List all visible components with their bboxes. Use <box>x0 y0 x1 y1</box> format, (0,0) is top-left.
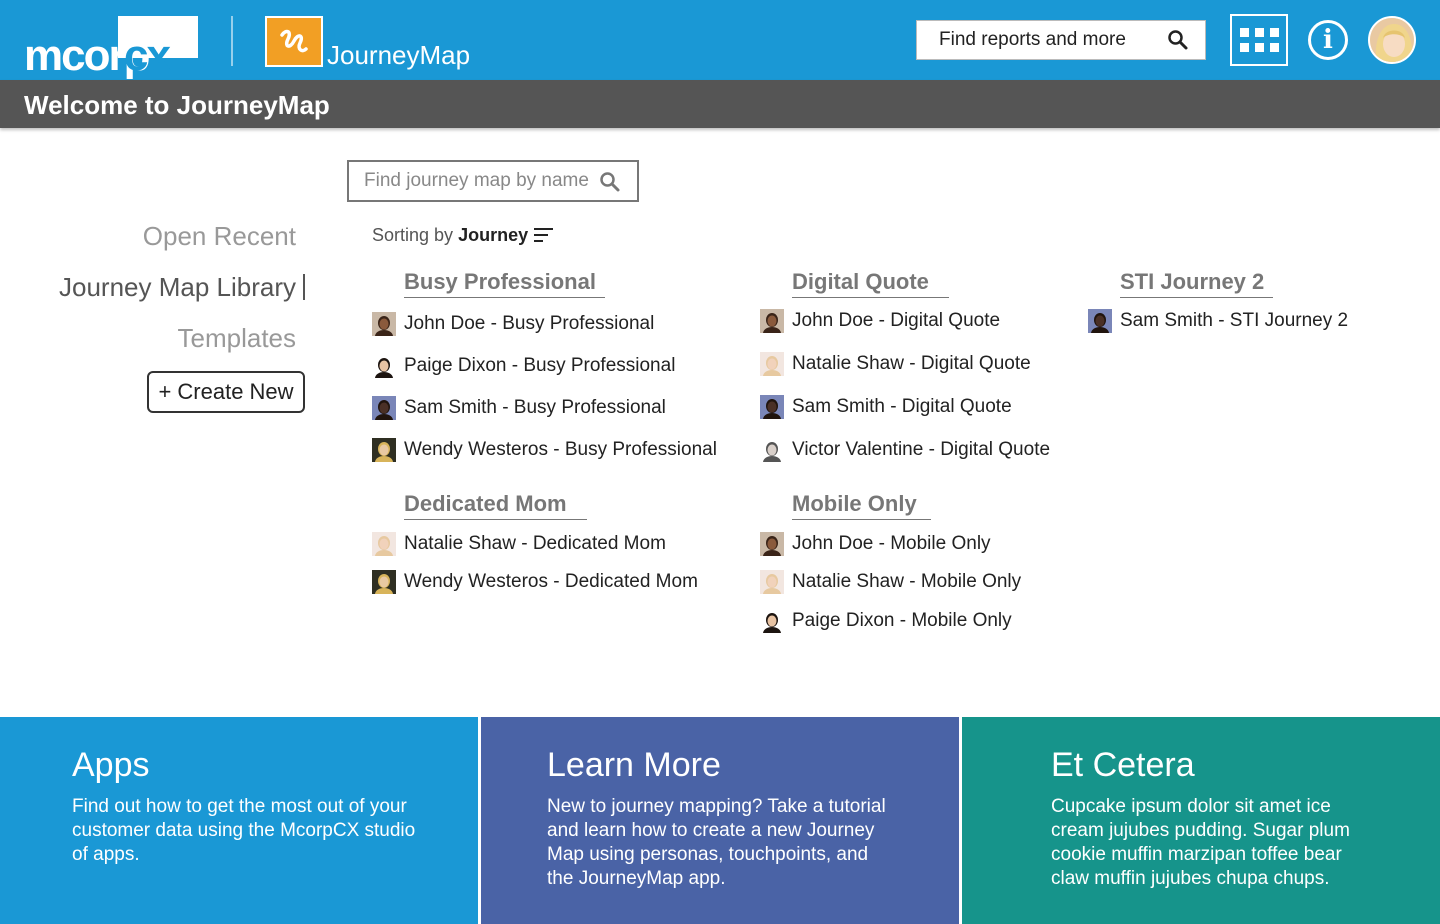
group-title[interactable]: Mobile Only <box>792 491 931 520</box>
sorting-label: Sorting by Journey <box>372 224 528 246</box>
journey-map-label: Sam Smith - Digital Quote <box>792 396 1012 417</box>
persona-avatar-wendy <box>372 438 396 462</box>
logo-cx-text: cx <box>124 34 171 74</box>
journey-map-label: Sam Smith - STI Journey 2 <box>1120 310 1349 331</box>
journey-group: Mobile Only <box>792 491 931 520</box>
journey-group: Busy Professional <box>404 269 605 298</box>
persona-avatar-john <box>760 532 784 556</box>
card-text: New to journey mapping? Take a tutorial … <box>547 796 886 889</box>
journey-map-label: John Doe - Busy Professional <box>404 313 655 334</box>
journey-map-label: Paige Dixon - Busy Professional <box>404 355 676 376</box>
card-title: Learn More <box>547 746 721 784</box>
persona-avatar-victor <box>760 438 784 462</box>
create-new-button[interactable]: + Create New <box>147 371 305 413</box>
apps-card[interactable]: Apps Find out how to get the most out of… <box>0 717 478 924</box>
info-icon[interactable]: i <box>1308 20 1348 60</box>
map-search <box>347 160 639 202</box>
persona-avatar-sam <box>1088 309 1112 333</box>
journey-squiggle-icon <box>280 29 308 52</box>
app-name: JourneyMap <box>327 40 471 70</box>
card-text: Find out how to get the most out of your… <box>72 796 416 865</box>
grid-icon <box>1239 28 1279 52</box>
nav-templates[interactable]: Templates <box>178 322 297 354</box>
global-search <box>916 20 1206 60</box>
persona-avatar-john <box>760 309 784 333</box>
welcome-bar: Welcome to JourneyMap <box>0 80 1440 128</box>
journey-map-label: John Doe - Mobile Only <box>792 533 991 554</box>
journey-group: Dedicated Mom <box>404 491 587 520</box>
persona-avatar-natalie <box>760 352 784 376</box>
journey-map-label: Sam Smith - Busy Professional <box>404 397 666 418</box>
logo-cx-clip: cx <box>124 34 196 74</box>
group-title[interactable]: Busy Professional <box>404 269 605 298</box>
journey-map-label: Natalie Shaw - Digital Quote <box>792 353 1031 374</box>
journeymap-app-icon[interactable] <box>265 16 323 67</box>
sorting-prefix: Sorting by <box>372 225 454 245</box>
journey-map-label: Natalie Shaw - Mobile Only <box>792 571 1022 592</box>
persona-avatar-sam <box>760 395 784 419</box>
sort-icon[interactable] <box>534 228 553 246</box>
user-avatar[interactable] <box>1368 16 1416 64</box>
persona-avatar-john <box>372 312 396 336</box>
group-title[interactable]: STI Journey 2 <box>1120 269 1273 298</box>
nav-open-recent[interactable]: Open Recent <box>143 220 296 252</box>
journey-map-label: Victor Valentine - Digital Quote <box>792 439 1051 460</box>
journey-map-label: Wendy Westeros - Dedicated Mom <box>404 571 698 592</box>
persona-avatar-natalie <box>760 570 784 594</box>
top-bar: mcorp cx JourneyMap i <box>0 0 1440 80</box>
search-icon[interactable] <box>1167 29 1189 56</box>
journey-group: STI Journey 2 <box>1120 269 1273 298</box>
nav-active-indicator <box>303 274 305 300</box>
journey-map-label: Paige Dixon - Mobile Only <box>792 610 1012 631</box>
sorting-key[interactable]: Journey <box>458 225 528 245</box>
persona-avatar-paige <box>372 354 396 378</box>
global-search-input[interactable] <box>917 21 1157 59</box>
group-title[interactable]: Dedicated Mom <box>404 491 587 520</box>
journey-map-label: Natalie Shaw - Dedicated Mom <box>404 533 666 554</box>
search-icon[interactable] <box>599 171 621 198</box>
card-title: Et Cetera <box>1051 746 1195 784</box>
journey-map-label: Wendy Westeros - Busy Professional <box>404 439 717 460</box>
group-title[interactable]: Digital Quote <box>792 269 949 298</box>
nav-journey-map-library[interactable]: Journey Map Library <box>59 271 296 303</box>
header-divider <box>231 16 233 66</box>
persona-avatar-wendy <box>372 570 396 594</box>
journey-group: Digital Quote <box>792 269 949 298</box>
mcorpcx-logo[interactable]: mcorp cx <box>24 16 204 78</box>
learn-more-card[interactable]: Learn More New to journey mapping? Take … <box>481 717 959 924</box>
card-title: Apps <box>72 746 150 784</box>
et-cetera-card[interactable]: Et Cetera Cupcake ipsum dolor sit amet i… <box>962 717 1440 924</box>
page-title: Welcome to JourneyMap <box>24 90 330 120</box>
persona-avatar-paige <box>760 609 784 633</box>
map-search-input[interactable] <box>349 162 593 200</box>
card-text: Cupcake ipsum dolor sit amet ice cream j… <box>1051 796 1350 889</box>
persona-avatar-sam <box>372 396 396 420</box>
apps-grid-button[interactable] <box>1230 14 1288 66</box>
persona-avatar-natalie <box>372 532 396 556</box>
journey-map-label: John Doe - Digital Quote <box>792 310 1001 331</box>
